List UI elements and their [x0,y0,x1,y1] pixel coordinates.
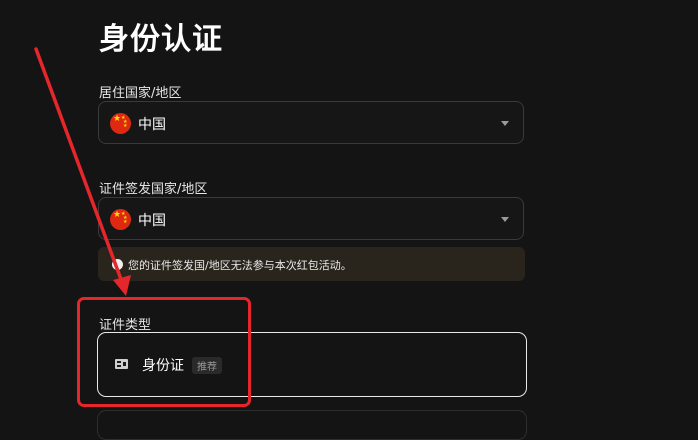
annotation-arrow [34,47,131,296]
